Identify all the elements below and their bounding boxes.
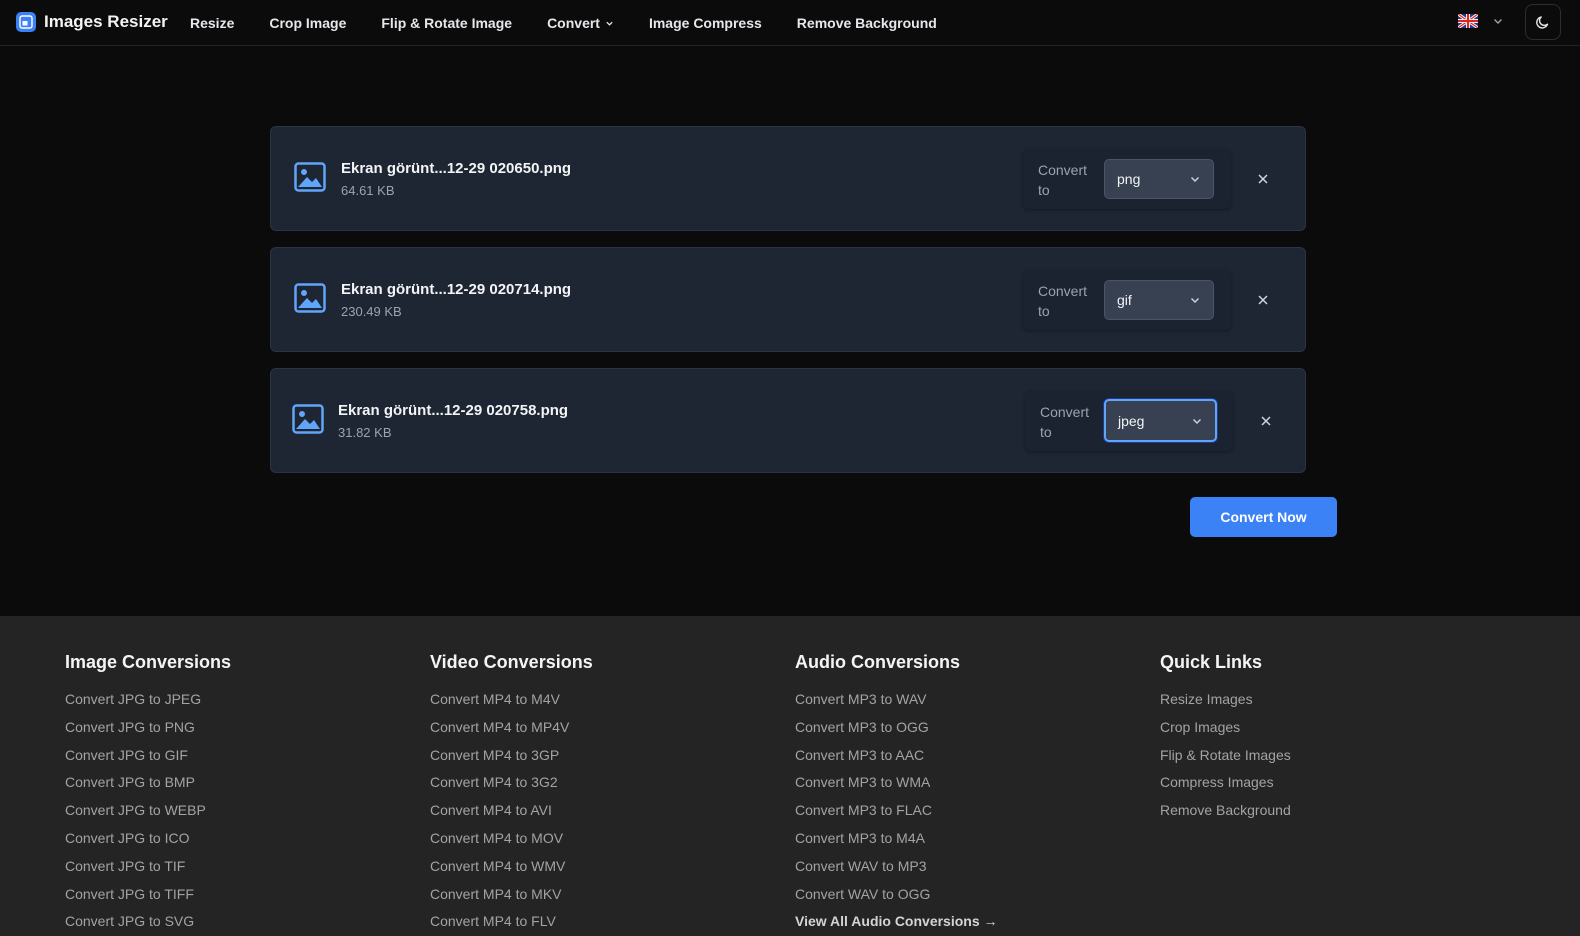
format-select-value: gif (1117, 292, 1132, 308)
format-select-value: jpeg (1118, 412, 1145, 429)
brand-logo-icon (16, 12, 36, 32)
footer-heading: Quick Links (1160, 652, 1263, 672)
footer-link[interactable]: Convert JPG to PNG (65, 718, 231, 746)
footer-heading: Image Conversions (65, 652, 232, 672)
close-icon (1258, 295, 1268, 305)
convert-to-panel: Convert to jpeg (1025, 391, 1233, 451)
footer-link[interactable]: Convert MP4 to MP4V (430, 718, 593, 746)
file-card: Ekran görünt...12-29 020714.png 230.49 K… (270, 247, 1306, 352)
close-icon (1261, 416, 1271, 426)
convert-to-label: Convert to (1038, 283, 1088, 319)
format-select[interactable]: jpeg (1104, 399, 1217, 442)
image-file-icon (294, 162, 326, 192)
file-name: Ekran görünt...12-29 020714.png (341, 281, 572, 298)
nav-remove-background[interactable]: Remove Background (797, 15, 937, 31)
footer-link[interactable]: Convert MP4 to FLV (430, 912, 593, 936)
close-icon (1258, 174, 1268, 184)
moon-icon (1536, 16, 1549, 29)
footer-link[interactable]: Convert MP4 to 3G2 (430, 773, 593, 801)
footer-link[interactable]: Convert JPG to JPEG (65, 690, 231, 718)
nav-crop-image[interactable]: Crop Image (269, 15, 346, 31)
chevron-down-icon (1191, 177, 1199, 182)
footer-link[interactable]: Crop Images (1160, 718, 1291, 746)
footer-link[interactable]: Convert JPG to TIFF (65, 885, 231, 913)
convert-now-button[interactable]: Convert Now (1190, 497, 1337, 537)
theme-toggle-button[interactable] (1525, 4, 1561, 40)
image-file-icon (292, 404, 324, 434)
remove-file-button[interactable] (1258, 413, 1274, 429)
footer-link[interactable]: Convert JPG to WEBP (65, 801, 231, 829)
footer-link[interactable]: Convert MP3 to OGG (795, 718, 998, 746)
footer-link[interactable]: Convert MP4 to WMV (430, 857, 593, 885)
footer-link[interactable]: Convert WAV to OGG (795, 885, 998, 913)
convert-to-panel: Convert to png (1023, 149, 1231, 209)
remove-file-button[interactable] (1255, 171, 1271, 187)
footer-link[interactable]: Convert JPG to ICO (65, 829, 231, 857)
chevron-down-icon (1193, 418, 1201, 424)
footer-link[interactable]: Convert JPG to BMP (65, 773, 231, 801)
footer-link[interactable]: Convert MP3 to WAV (795, 690, 998, 718)
format-select[interactable]: png (1104, 159, 1214, 199)
image-file-icon (294, 283, 326, 313)
site-footer: Image Conversions Convert JPG to JPEG Co… (0, 616, 1580, 936)
footer-column-image: Image Conversions Convert JPG to JPEG Co… (65, 652, 231, 936)
file-name: Ekran görünt...12-29 020650.png (341, 160, 572, 177)
view-all-audio-link[interactable]: View All Audio Conversions → (795, 912, 998, 936)
chevron-down-icon (1494, 19, 1502, 24)
footer-link[interactable]: Convert MP3 to WMA (795, 773, 998, 801)
footer-link[interactable]: Convert WAV to MP3 (795, 857, 998, 885)
nav-convert[interactable]: Convert (547, 15, 614, 31)
footer-link[interactable]: Convert MP3 to M4A (795, 829, 998, 857)
footer-link[interactable]: Resize Images (1160, 690, 1291, 718)
nav-resize[interactable]: Resize (190, 15, 234, 31)
file-size: 230.49 KB (341, 304, 402, 319)
footer-link[interactable]: Remove Background (1160, 801, 1291, 829)
footer-heading: Audio Conversions (795, 652, 961, 672)
footer-link[interactable]: Convert JPG to SVG (65, 912, 231, 936)
footer-link[interactable]: Convert MP3 to FLAC (795, 801, 998, 829)
language-selector[interactable] (1458, 14, 1504, 28)
chevron-down-icon (606, 21, 613, 26)
footer-link[interactable]: Convert JPG to GIF (65, 746, 231, 774)
uk-flag-icon (1458, 14, 1478, 28)
footer-heading: Video Conversions (430, 652, 593, 672)
nav-flip-rotate[interactable]: Flip & Rotate Image (381, 15, 512, 31)
brand-link[interactable]: Images Resizer (16, 12, 168, 32)
top-nav: Images Resizer Resize Crop Image Flip & … (0, 0, 1580, 46)
footer-link[interactable]: Convert MP4 to AVI (430, 801, 593, 829)
footer-column-audio: Audio Conversions Convert MP3 to WAV Con… (795, 652, 998, 936)
footer-link[interactable]: Compress Images (1160, 773, 1291, 801)
file-name: Ekran görünt...12-29 020758.png (338, 402, 569, 419)
file-size: 31.82 KB (338, 425, 392, 440)
file-card: Ekran görünt...12-29 020650.png 64.61 KB… (270, 126, 1306, 231)
format-select[interactable]: gif (1104, 280, 1214, 320)
nav-image-compress[interactable]: Image Compress (649, 15, 762, 31)
footer-link[interactable]: Convert MP4 to MOV (430, 829, 593, 857)
convert-to-panel: Convert to gif (1023, 270, 1231, 330)
footer-link[interactable]: Convert MP4 to MKV (430, 885, 593, 913)
chevron-down-icon (1191, 298, 1199, 303)
format-select-value: png (1117, 171, 1141, 187)
footer-link[interactable]: Flip & Rotate Images (1160, 746, 1291, 774)
footer-column-video: Video Conversions Convert MP4 to M4V Con… (430, 652, 593, 936)
footer-link[interactable]: Convert MP4 to M4V (430, 690, 593, 718)
brand-name: Images Resizer (44, 12, 168, 31)
main-nav: Resize Crop Image Flip & Rotate Image Co… (190, 0, 972, 46)
convert-to-label: Convert to (1040, 404, 1090, 440)
file-card: Ekran görünt...12-29 020758.png 31.82 KB… (270, 368, 1306, 473)
footer-link[interactable]: Convert JPG to TIF (65, 857, 231, 885)
file-size: 64.61 KB (341, 183, 395, 198)
footer-link[interactable]: Convert MP3 to AAC (795, 746, 998, 774)
convert-to-label: Convert to (1038, 162, 1088, 198)
remove-file-button[interactable] (1255, 292, 1271, 308)
footer-column-quick-links: Quick Links Resize Images Crop Images Fl… (1160, 652, 1291, 829)
footer-link[interactable]: Convert MP4 to 3GP (430, 746, 593, 774)
